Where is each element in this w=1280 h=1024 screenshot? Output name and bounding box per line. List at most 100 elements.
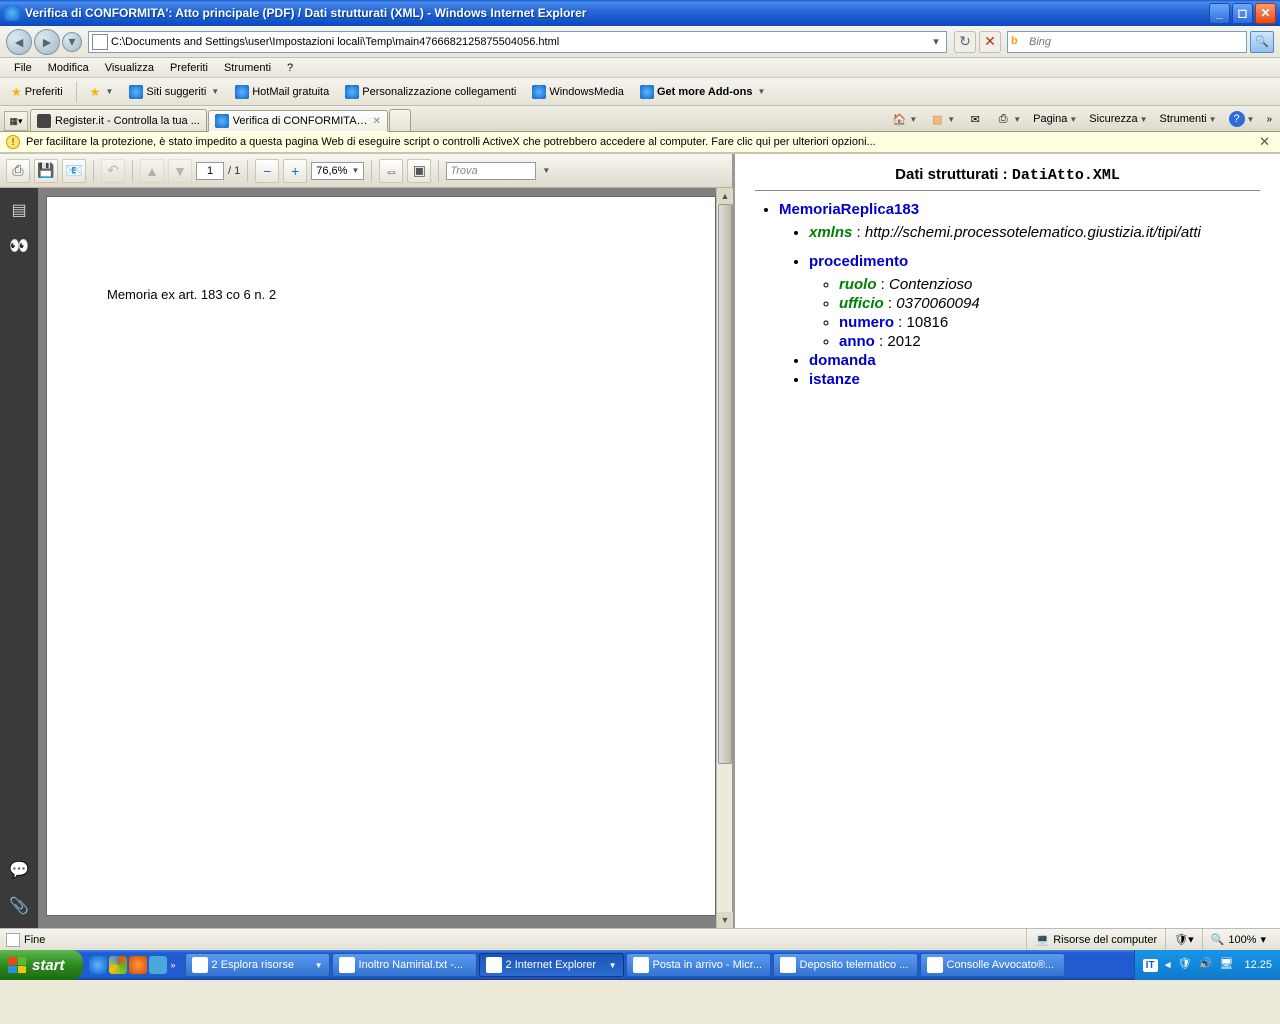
ie-mini-icon <box>640 85 654 99</box>
taskbar-button[interactable]: 2 Esplora risorse▼ <box>185 953 330 977</box>
menu-modifica[interactable]: Modifica <box>40 60 97 76</box>
start-button[interactable]: start <box>0 950 83 980</box>
print-button[interactable]: ⎙▼ <box>991 109 1025 129</box>
taskbar-button[interactable]: Inoltro Namirial.txt -... <box>332 953 477 977</box>
fav-get-more-addons[interactable]: Get more Add-ons▼ <box>635 83 770 101</box>
infobar-close-icon[interactable]: ✕ <box>1255 134 1274 150</box>
fav-hotmail[interactable]: HotMail gratuita <box>230 83 334 101</box>
add-favorite-button[interactable]: ★▼ <box>85 83 119 101</box>
search-box[interactable]: b <box>1007 31 1247 53</box>
taskbar-button[interactable]: Posta in arrivo - Micr... <box>626 953 771 977</box>
tools-menu-button[interactable]: Strumenti▼ <box>1156 111 1221 127</box>
close-button[interactable]: ✕ <box>1255 3 1276 24</box>
task-buttons: 2 Esplora risorse▼Inoltro Namirial.txt -… <box>184 953 1134 977</box>
fav-windowsmedia[interactable]: WindowsMedia <box>527 83 629 101</box>
pdf-find-box[interactable]: Trova <box>446 162 536 180</box>
ql-expand-icon[interactable]: » <box>171 960 176 970</box>
pdf-fit-width-button[interactable]: ⇔ <box>379 159 403 183</box>
tray-icon[interactable]: 🖥 <box>1219 957 1235 973</box>
pdf-save-button[interactable]: 💾 <box>34 159 58 183</box>
page-icon <box>92 34 108 50</box>
zoom-segment[interactable]: 🔍 100% ▾ <box>1202 929 1274 950</box>
ql-firefox-icon[interactable] <box>129 956 147 974</box>
ql-app-icon[interactable] <box>149 956 167 974</box>
ql-chrome-icon[interactable] <box>109 956 127 974</box>
task-icon <box>339 957 355 973</box>
tab-verifica-conformita[interactable]: Verifica di CONFORMITA':... ✕ <box>208 110 388 132</box>
zone-segment[interactable]: 💻 Risorse del computer <box>1026 929 1165 950</box>
menu-visualizza[interactable]: Visualizza <box>97 60 162 76</box>
pdf-binoculars-icon[interactable]: 👀 <box>9 236 29 256</box>
pdf-comment-icon[interactable]: 💬 <box>9 860 29 880</box>
system-tray: IT ◄ 🛡 🔊 🖥 12.25 <box>1134 950 1280 980</box>
pdf-zoom-select[interactable]: 76,6%▼ <box>311 162 364 180</box>
task-label: Deposito telematico ... <box>800 959 909 971</box>
taskbar-button[interactable]: 2 Internet Explorer▼ <box>479 953 624 977</box>
address-bar[interactable]: ▾ <box>88 31 947 53</box>
page-menu-button[interactable]: Pagina▼ <box>1029 111 1081 127</box>
recent-dropdown[interactable]: ▾ <box>62 32 82 52</box>
home-button[interactable]: 🏠▼ <box>887 109 921 129</box>
chevron-down-icon: ▼ <box>105 87 113 96</box>
chevron-down-icon: ▼ <box>351 166 359 175</box>
ql-ie-icon[interactable] <box>89 956 107 974</box>
chevron-down-icon[interactable]: ▼ <box>542 166 550 175</box>
stop-button[interactable]: ✕ <box>979 31 1001 53</box>
tab-close-icon[interactable]: ✕ <box>373 116 381 127</box>
pdf-find-placeholder: Trova <box>450 165 477 177</box>
taskbar-button[interactable]: Consolle Avvocato®... <box>920 953 1065 977</box>
scroll-down-icon[interactable]: ▼ <box>717 912 733 928</box>
menu-file[interactable]: File <box>6 60 40 76</box>
language-indicator[interactable]: IT <box>1143 959 1158 972</box>
scroll-up-icon[interactable]: ▲ <box>717 188 733 204</box>
fav-siti-suggeriti[interactable]: Siti suggeriti▼ <box>124 83 224 101</box>
tab-label: Verifica di CONFORMITA':... <box>233 115 369 127</box>
forward-button[interactable]: ► <box>34 29 60 55</box>
taskbar-button[interactable]: Deposito telematico ... <box>773 953 918 977</box>
back-button[interactable]: ◄ <box>6 29 32 55</box>
help-menu-button[interactable]: ?▼ <box>1225 109 1259 129</box>
pdf-document-viewport[interactable]: Memoria ex art. 183 co 6 n. 2 ▲ ▼ <box>38 188 732 928</box>
zoom-label: 100% <box>1228 934 1256 946</box>
readmail-button[interactable]: ✉ <box>963 109 987 129</box>
pdf-scrollbar[interactable]: ▲ ▼ <box>716 188 732 928</box>
menu-help[interactable]: ? <box>279 60 301 76</box>
search-button[interactable]: 🔍 <box>1250 31 1274 53</box>
scroll-thumb[interactable] <box>718 204 732 764</box>
address-input[interactable] <box>111 36 929 48</box>
pdf-attach-icon[interactable]: 📎 <box>9 896 29 916</box>
tray-icon[interactable]: 🛡 <box>1177 957 1193 973</box>
refresh-button[interactable]: ↻ <box>954 31 976 53</box>
task-label: 2 Internet Explorer <box>506 959 597 971</box>
protected-mode-segment[interactable]: 🛡▾ <box>1165 929 1202 950</box>
expand-button[interactable]: » <box>1262 112 1276 127</box>
tray-arrow-icon[interactable]: ◄ <box>1163 960 1173 971</box>
pdf-print-button[interactable]: ⎙ <box>6 159 30 183</box>
home-icon: 🏠 <box>891 111 907 127</box>
tab-register-it[interactable]: Register.it - Controlla la tua ... <box>30 109 207 131</box>
address-dropdown-icon[interactable]: ▾ <box>929 35 943 48</box>
feeds-button[interactable]: ▧▼ <box>925 109 959 129</box>
pdf-zoom-in-button[interactable]: + <box>283 159 307 183</box>
quick-tabs-button[interactable]: ▦▾ <box>4 111 28 131</box>
tray-icon[interactable]: 🔊 <box>1198 957 1214 973</box>
pdf-pages-icon[interactable]: ▤ <box>9 200 29 220</box>
fav-personalizzazione[interactable]: Personalizzazione collegamenti <box>340 83 521 101</box>
pdf-fit-page-button[interactable]: ▣ <box>407 159 431 183</box>
new-tab-button[interactable] <box>389 109 411 131</box>
menu-strumenti[interactable]: Strumenti <box>216 60 279 76</box>
safety-menu-button[interactable]: Sicurezza▼ <box>1085 111 1151 127</box>
favorites-button[interactable]: ★Preferiti <box>6 83 68 101</box>
menu-preferiti[interactable]: Preferiti <box>162 60 216 76</box>
rss-icon: ▧ <box>929 111 945 127</box>
separator <box>247 160 248 182</box>
pdf-zoom-out-button[interactable]: − <box>255 159 279 183</box>
pdf-email-button[interactable]: 📧 <box>62 159 86 183</box>
search-input[interactable] <box>1029 36 1243 48</box>
pdf-page-input[interactable] <box>196 162 224 180</box>
clock[interactable]: 12.25 <box>1244 959 1272 971</box>
minimize-button[interactable]: _ <box>1209 3 1230 24</box>
information-bar[interactable]: ! Per facilitare la protezione, è stato … <box>0 132 1280 154</box>
maximize-button[interactable]: ◻ <box>1232 3 1253 24</box>
chevron-down-icon: ▼ <box>315 961 323 970</box>
